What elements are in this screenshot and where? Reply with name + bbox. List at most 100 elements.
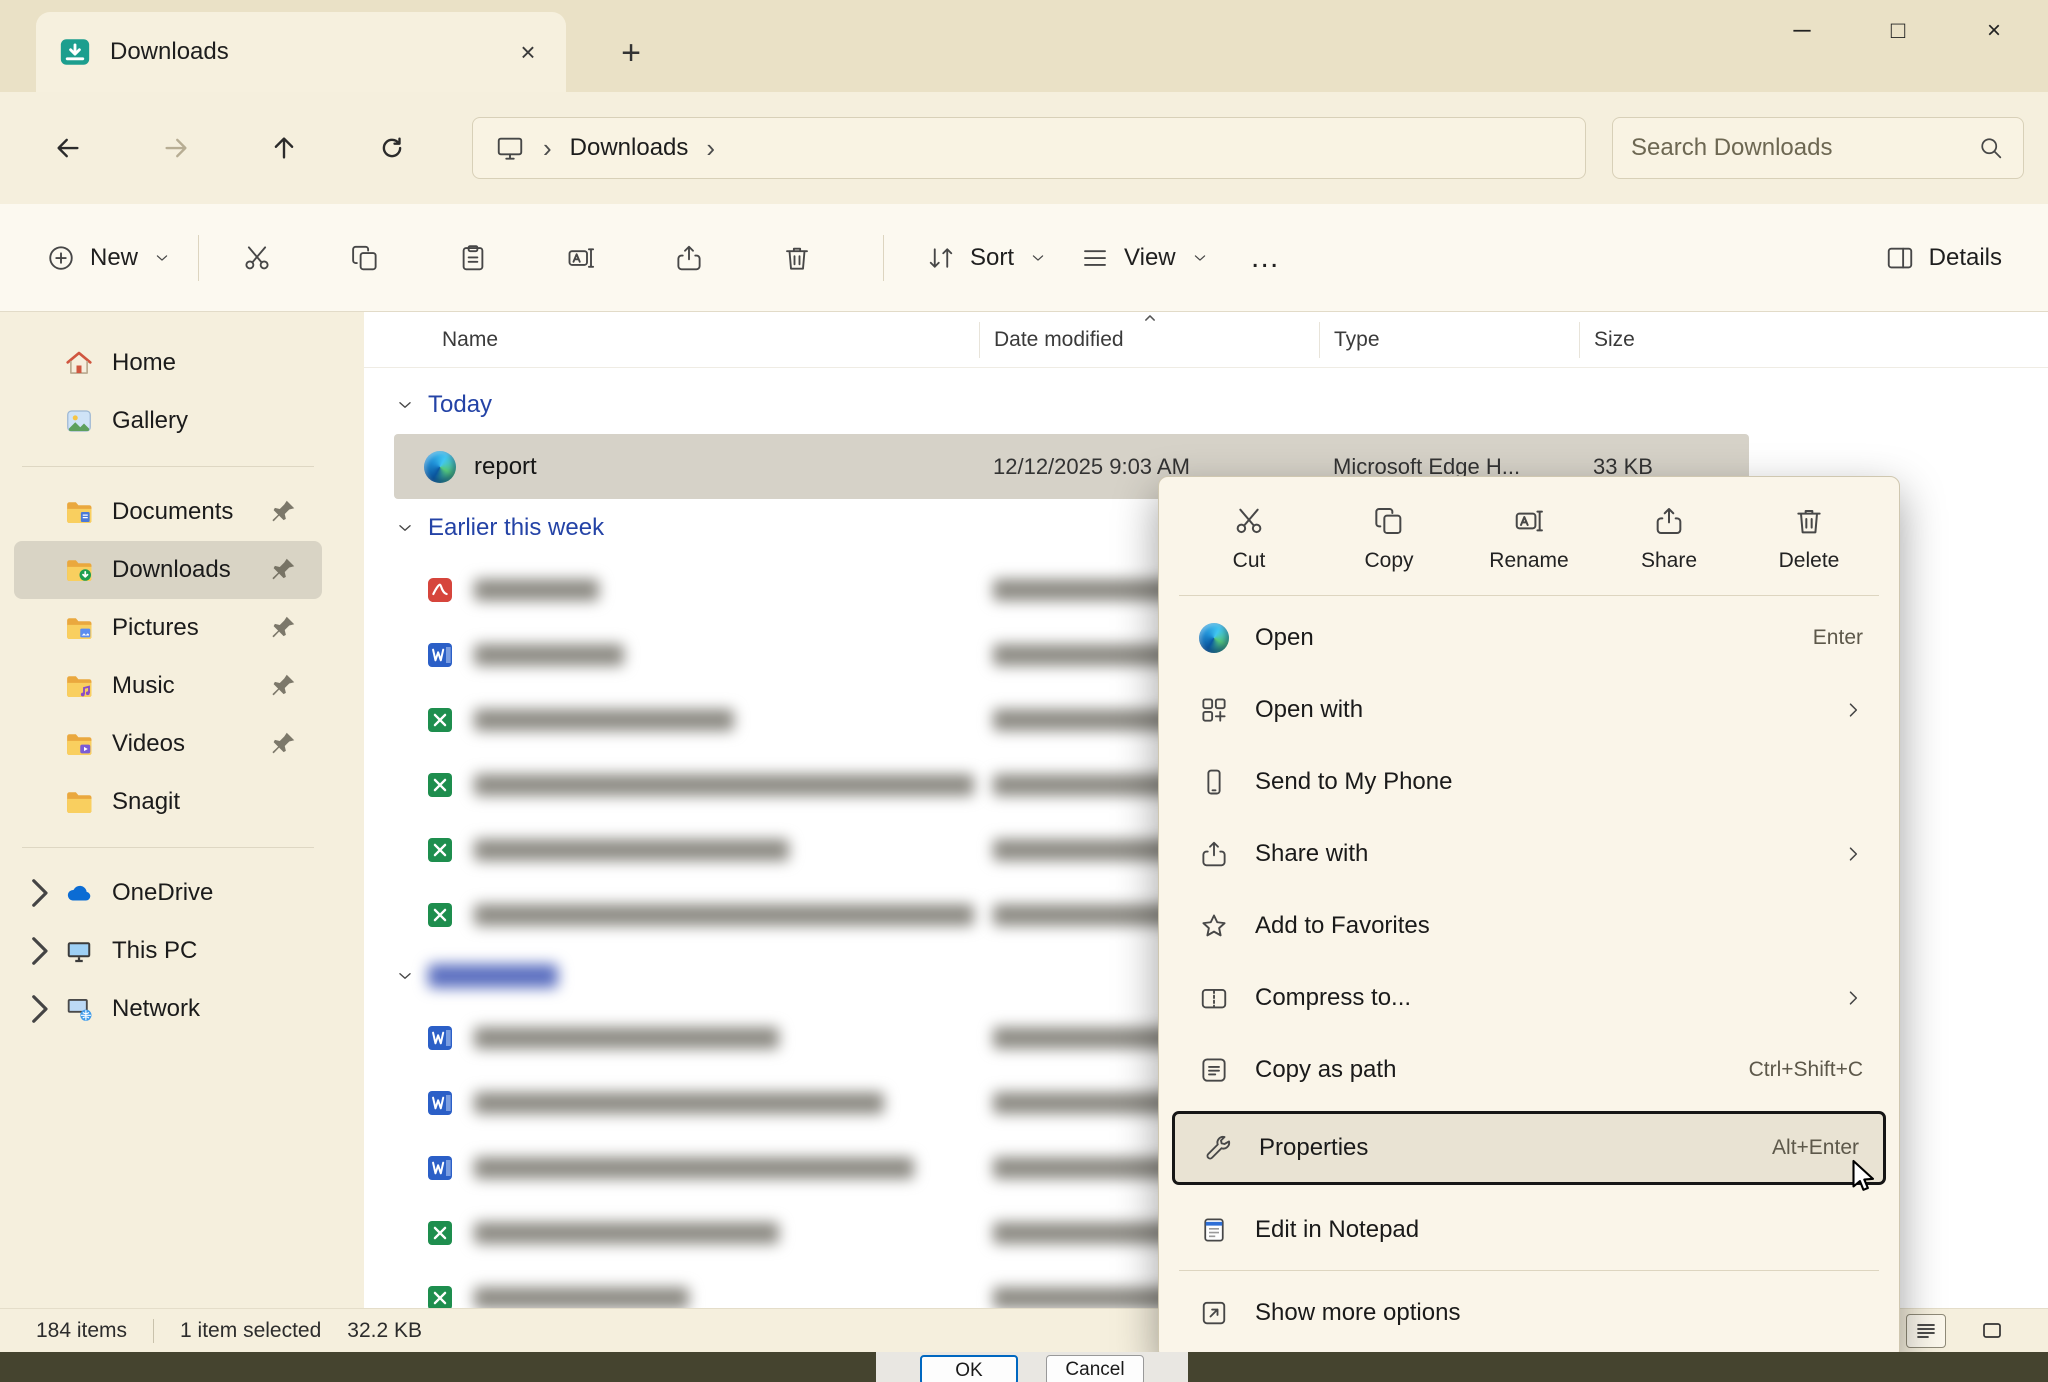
sidebar-item-network[interactable]: Network: [14, 980, 322, 1038]
selection-size: 32.2 KB: [347, 1319, 422, 1343]
column-header-type[interactable]: Type: [1319, 322, 1579, 358]
menu-item-share-with[interactable]: Share with: [1169, 818, 1889, 890]
file-name-cell: [394, 899, 979, 931]
menu-item-label: Copy as path: [1255, 1056, 1725, 1084]
menu-item-label: Open with: [1255, 696, 1819, 724]
chevron-right-icon[interactable]: [18, 930, 60, 972]
column-header-date-modified[interactable]: Date modified: [979, 322, 1319, 358]
copy-button[interactable]: [333, 226, 397, 290]
menu-item-open[interactable]: OpenEnter: [1169, 602, 1889, 674]
sidebar-item-label: Pictures: [112, 614, 264, 642]
menu-item-open-with[interactable]: Open with: [1169, 674, 1889, 746]
sidebar-item-onedrive[interactable]: OneDrive: [14, 864, 322, 922]
sidebar-item-this-pc[interactable]: This PC: [14, 922, 322, 980]
menu-item-add-to-favorites[interactable]: Add to Favorites: [1169, 890, 1889, 962]
share-button[interactable]: [657, 226, 721, 290]
search-box[interactable]: [1612, 117, 2024, 179]
tab-close-icon[interactable]: ×: [508, 32, 548, 72]
thumbnail-view-toggle[interactable]: [1972, 1314, 2012, 1348]
wrench-icon: [1201, 1133, 1235, 1163]
back-button[interactable]: [40, 120, 96, 176]
chevron-right-icon[interactable]: [18, 872, 60, 914]
sidebar-item-home[interactable]: Home: [14, 334, 322, 392]
file-name-cell: [394, 704, 979, 736]
menu-item-label: Send to My Phone: [1255, 768, 1863, 796]
menu-item-show-more-options[interactable]: Show more options: [1169, 1277, 1889, 1349]
minimize-button[interactable]: ─: [1754, 0, 1850, 62]
status-divider: [153, 1319, 154, 1343]
breadcrumb-location[interactable]: Downloads: [570, 134, 689, 162]
toolbar-divider: [883, 235, 884, 281]
column-header-size[interactable]: Size: [1579, 322, 1749, 358]
sidebar-item-gallery[interactable]: Gallery: [14, 392, 322, 450]
new-tab-button[interactable]: +: [608, 30, 654, 76]
pin-icon: [268, 729, 298, 759]
sidebar-item-label: This PC: [112, 937, 312, 965]
menu-item-edit-in-notepad[interactable]: Edit in Notepad: [1169, 1194, 1889, 1266]
menu-item-shortcut: Alt+Enter: [1772, 1136, 1859, 1160]
delete-icon: [782, 243, 812, 273]
word-icon: [424, 1152, 456, 1184]
quick-action-cut[interactable]: Cut: [1191, 493, 1307, 581]
sidebar-item-pictures[interactable]: Pictures: [14, 599, 322, 657]
tab-downloads[interactable]: Downloads ×: [36, 12, 566, 92]
file-name: report: [474, 453, 537, 481]
view-icon: [1080, 243, 1110, 273]
quick-action-delete[interactable]: Delete: [1751, 493, 1867, 581]
view-button[interactable]: View: [1064, 231, 1226, 285]
chevron-down-icon: [394, 517, 416, 539]
menu-item-send-to-my-phone[interactable]: Send to My Phone: [1169, 746, 1889, 818]
command-toolbar: New Sort View …: [0, 204, 2048, 312]
forward-button[interactable]: [148, 120, 204, 176]
more-options-button[interactable]: …: [1226, 241, 1306, 275]
refresh-button[interactable]: [364, 120, 420, 176]
forward-icon: [161, 133, 191, 163]
menu-item-label: Properties: [1259, 1134, 1748, 1162]
new-button[interactable]: New: [30, 231, 188, 285]
redacted-file-name: [474, 839, 789, 861]
details-view-toggle[interactable]: [1906, 1314, 1946, 1348]
paste-button[interactable]: [441, 226, 505, 290]
sidebar-item-videos[interactable]: Videos: [14, 715, 322, 773]
pin-icon: [268, 671, 298, 701]
sort-button[interactable]: Sort: [910, 231, 1064, 285]
sidebar-item-label: Downloads: [112, 556, 264, 584]
copy-icon: [1373, 505, 1405, 537]
submenu-chevron-icon: [1843, 700, 1863, 720]
compress-icon: [1197, 983, 1231, 1013]
group-header-today[interactable]: Today: [394, 376, 2048, 434]
quick-action-rename[interactable]: Rename: [1471, 493, 1587, 581]
breadcrumb[interactable]: › Downloads ›: [472, 117, 1586, 179]
sidebar-item-downloads[interactable]: Downloads: [14, 541, 322, 599]
sidebar-item-label: Network: [112, 995, 312, 1023]
excel-icon: [424, 834, 456, 866]
menu-item-copy-as-path[interactable]: Copy as pathCtrl+Shift+C: [1169, 1034, 1889, 1106]
maximize-button[interactable]: □: [1850, 0, 1946, 62]
menu-item-compress-to[interactable]: Compress to...: [1169, 962, 1889, 1034]
up-button[interactable]: [256, 120, 312, 176]
sidebar-item-documents[interactable]: Documents: [14, 483, 322, 541]
column-header-name[interactable]: Name: [394, 322, 979, 358]
cut-button[interactable]: [225, 226, 289, 290]
rename-button[interactable]: [549, 226, 613, 290]
mouse-cursor: [1846, 1158, 1882, 1194]
file-name-cell: [394, 834, 979, 866]
close-button[interactable]: ×: [1946, 0, 2042, 62]
pin-icon: [268, 555, 298, 585]
menu-item-properties[interactable]: Properties Alt+Enter: [1173, 1112, 1885, 1184]
quick-action-copy[interactable]: Copy: [1331, 493, 1447, 581]
ok-button[interactable]: OK: [920, 1355, 1018, 1382]
window-controls: ─ □ ×: [1754, 0, 2042, 62]
search-input[interactable]: [1631, 134, 1977, 162]
quick-action-share[interactable]: Share: [1611, 493, 1727, 581]
sidebar-item-music[interactable]: Music: [14, 657, 322, 715]
details-pane-button[interactable]: Details: [1869, 231, 2018, 285]
chevron-right-icon[interactable]: [18, 988, 60, 1030]
delete-button[interactable]: [765, 226, 829, 290]
quick-action-label: Share: [1641, 549, 1697, 573]
cancel-button[interactable]: Cancel: [1046, 1355, 1144, 1382]
chevron-down-icon: [394, 965, 416, 987]
show-more-icon: [1197, 1298, 1231, 1328]
search-icon[interactable]: [1977, 134, 2005, 162]
sidebar-item-snagit[interactable]: Snagit: [14, 773, 322, 831]
